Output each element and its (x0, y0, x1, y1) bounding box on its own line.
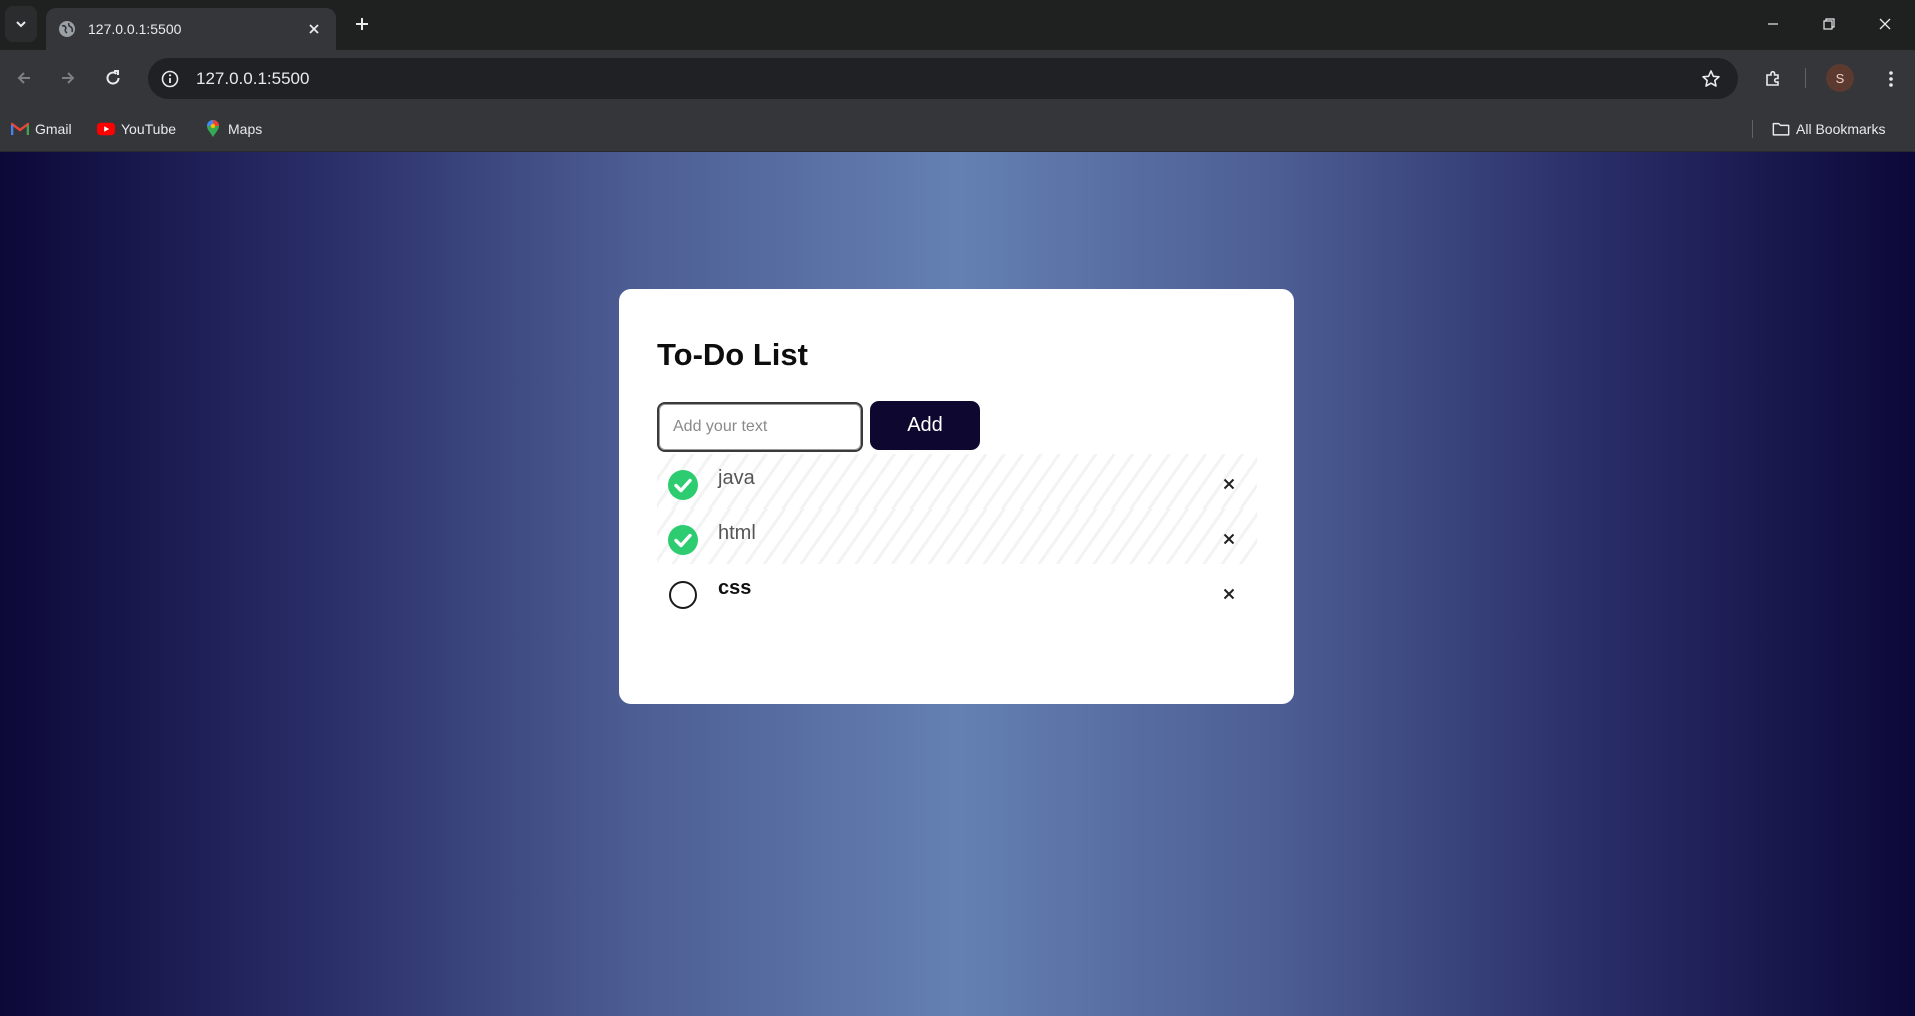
bookmark-youtube[interactable]: YouTube (97, 117, 176, 141)
plus-icon (356, 18, 368, 30)
toolbar-divider (1805, 68, 1806, 88)
restore-icon (1823, 18, 1835, 30)
new-tab-button[interactable] (350, 12, 374, 36)
reload-button[interactable] (99, 64, 127, 92)
extensions-button[interactable] (1758, 64, 1788, 94)
bookmarks-divider (1752, 120, 1753, 138)
maps-icon (204, 120, 222, 138)
page-viewport: To-Do List Add java html (0, 152, 1915, 1016)
tab-close-icon[interactable] (304, 19, 324, 39)
bookmark-label: Gmail (35, 121, 72, 137)
minimize-icon (1768, 23, 1778, 25)
browser-tab[interactable]: 127.0.0.1:5500 (46, 8, 336, 50)
todo-item[interactable]: html (657, 509, 1257, 564)
chevron-down-icon (16, 21, 26, 28)
checked-circle-icon[interactable] (668, 470, 698, 500)
page-title: To-Do List (657, 337, 808, 372)
delete-icon[interactable] (1219, 584, 1239, 604)
reload-icon (106, 70, 120, 85)
todo-item-text: css (718, 577, 752, 599)
todo-list: java html css (657, 454, 1257, 619)
address-bar[interactable]: 127.0.0.1:5500 (148, 58, 1738, 99)
tab-strip: 127.0.0.1:5500 (0, 0, 1915, 50)
globe-icon (58, 20, 76, 38)
tab-search-button[interactable] (5, 6, 37, 42)
site-info-icon[interactable] (152, 61, 188, 97)
minimize-button[interactable] (1750, 8, 1796, 40)
arrow-right-icon (62, 72, 75, 84)
todo-item[interactable]: css (657, 564, 1257, 619)
all-bookmarks-label: All Bookmarks (1796, 121, 1886, 137)
back-button[interactable] (10, 64, 38, 92)
arrow-left-icon (17, 72, 30, 84)
delete-icon[interactable] (1219, 529, 1239, 549)
todo-card: To-Do List Add java html (619, 289, 1294, 704)
browser-toolbar: 127.0.0.1:5500 S (0, 50, 1915, 106)
bookmarks-bar: Gmail YouTube Maps All Bookmarks (0, 106, 1915, 152)
bookmark-label: YouTube (121, 121, 177, 137)
folder-icon (1772, 120, 1790, 138)
forward-button[interactable] (54, 64, 82, 92)
bookmark-gmail[interactable]: Gmail (11, 117, 72, 141)
restore-button[interactable] (1806, 8, 1852, 40)
gmail-icon (11, 120, 29, 138)
tab-title: 127.0.0.1:5500 (88, 21, 182, 37)
browser-menu-button[interactable] (1876, 64, 1906, 94)
address-url[interactable]: 127.0.0.1:5500 (196, 69, 1696, 89)
todo-text-input[interactable] (657, 402, 863, 452)
more-vertical-icon (1889, 71, 1893, 87)
add-button[interactable]: Add (870, 401, 980, 450)
bookmark-maps[interactable]: Maps (204, 117, 262, 141)
todo-item[interactable]: java (657, 454, 1257, 509)
close-window-button[interactable] (1862, 8, 1908, 40)
puzzle-icon (1766, 70, 1779, 86)
unchecked-circle-icon[interactable] (668, 580, 698, 610)
all-bookmarks-button[interactable]: All Bookmarks (1772, 117, 1885, 141)
delete-icon[interactable] (1219, 474, 1239, 494)
close-icon (1879, 18, 1891, 30)
youtube-icon (97, 120, 115, 138)
profile-avatar[interactable]: S (1826, 64, 1854, 92)
bookmark-star-icon[interactable] (1696, 64, 1726, 94)
bookmark-label: Maps (228, 121, 263, 137)
todo-item-text: java (718, 467, 755, 489)
checked-circle-icon[interactable] (668, 525, 698, 555)
todo-item-text: html (718, 522, 756, 544)
